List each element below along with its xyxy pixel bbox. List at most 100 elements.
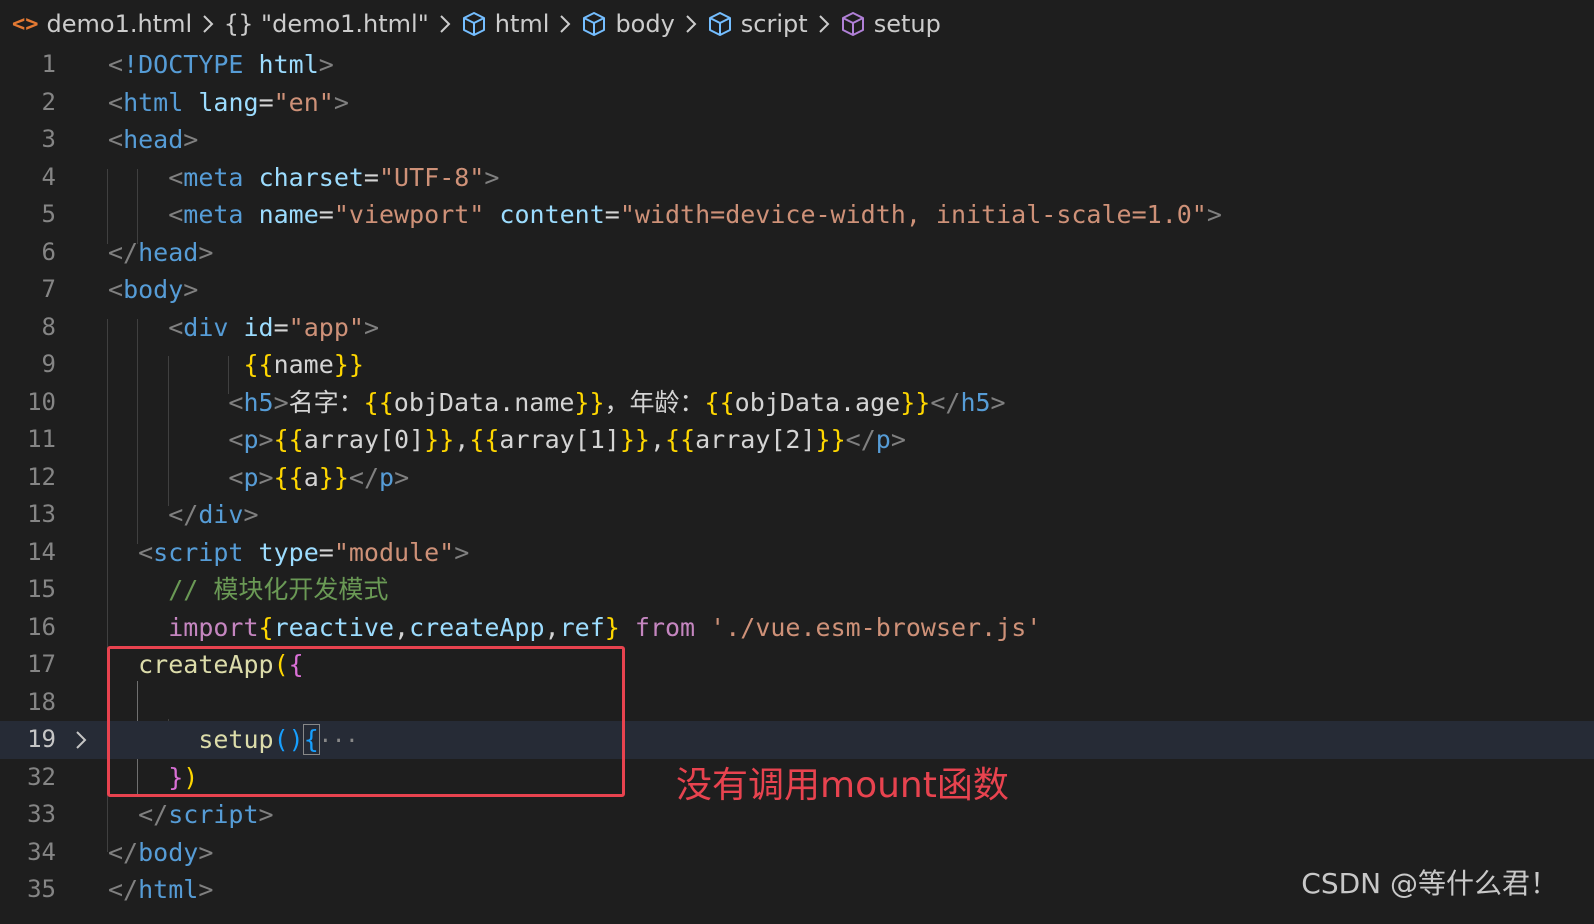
code-token: {{ [273,425,304,454]
code-token: < [108,87,124,117]
code-token: "app" [288,312,364,342]
method-cube-icon [840,11,866,37]
code-token: head [123,125,184,154]
code-token: > [990,387,1006,417]
code-token: < [138,537,154,567]
code-token: > [183,275,199,304]
code-token: </ [108,237,139,267]
code-token: type [258,537,319,567]
code-token: > [243,500,259,529]
code-token: > [318,50,334,79]
code-token: </ [348,462,379,492]
code-line[interactable]: 7 <body> [0,271,1594,309]
code-line[interactable]: 5 <meta name="viewport" content="width=d… [0,196,1594,234]
breadcrumb-label: script [740,10,808,38]
code-token: }} [424,425,455,454]
code-token: , [394,612,410,642]
code-line[interactable]: 1 <!DOCTYPE html> [0,46,1594,84]
code-text: <h5>名字：{{objData.name}}，年龄：{{objData.age… [108,384,1006,422]
code-line[interactable]: 4 <meta charset="UTF-8"> [0,159,1594,197]
line-number: 8 [41,312,56,341]
code-text: <!DOCTYPE html> [108,46,334,84]
chevron-right-icon [439,14,451,34]
code-token: > [198,837,214,867]
code-token: = [363,162,379,192]
code-token: = [258,87,274,117]
code-token: < [168,162,184,192]
code-token: }} [900,387,931,417]
code-token: </ [845,425,876,454]
code-token: = [273,312,289,342]
code-token: < [108,275,124,304]
line-number: 13 [27,500,56,528]
code-text: <p>{{a}}</p> [108,459,409,497]
code-token: </ [108,875,139,904]
code-text: <body> [108,271,198,309]
code-line[interactable]: 11 <p>{{array[0]}},{{array[1]}},{{array[… [0,421,1594,459]
code-token: {{ [273,462,304,492]
breadcrumb-item-script[interactable]: script [707,10,808,38]
code-token: > [363,312,379,342]
code-line[interactable]: 10 <h5>名字：{{objData.name}}，年龄：{{objData.… [0,384,1594,422]
code-line[interactable]: 15 // 模块化开发模式 [0,571,1594,609]
fold-chevron-icon[interactable] [74,721,96,759]
code-token: = [604,200,620,229]
breadcrumb-item-body[interactable]: body [581,10,675,38]
code-line[interactable]: 12 <p>{{a}}</p> [0,459,1594,497]
code-line[interactable]: 8 <div id="app"> [0,309,1594,347]
breadcrumb-item-object[interactable]: {} "demo1.html" [224,10,429,38]
code-line[interactable]: 6 </head> [0,234,1594,272]
line-number: 7 [41,275,56,303]
code-line[interactable]: 3 <head> [0,121,1594,159]
code-text: </html> [108,871,213,909]
code-token: > [183,125,199,154]
code-token: }} [619,425,650,454]
code-token: './vue.esm-browser.js' [710,612,1042,642]
breadcrumb-item-html[interactable]: html [461,10,549,38]
code-token: reactive [273,612,395,642]
code-token: script [153,537,244,567]
line-number: 11 [27,425,56,453]
code-token: </ [168,500,199,529]
watermark: CSDN @等什么君！ [1301,867,1558,900]
code-token: { [258,612,274,642]
code-token: name [258,200,319,229]
code-token: p [243,425,259,454]
breadcrumb-label: setup [873,10,941,38]
line-number: 1 [41,50,56,78]
code-token: > [890,425,906,454]
code-line[interactable]: 2 <html lang="en"> [0,84,1594,122]
code-token: < [228,387,244,417]
code-token: p [875,425,891,454]
code-text: <head> [108,121,198,159]
code-token: meta [183,200,244,229]
breadcrumb-item-file[interactable]: <> demo1.html [12,10,192,38]
code-line[interactable]: 14 <script type="module"> [0,534,1594,572]
code-line[interactable]: 16 import{reactive,createApp,ref} from '… [0,609,1594,647]
code-token: }} [333,350,364,379]
code-token: // 模块化开发模式 [168,575,389,604]
code-text: <p>{{array[0]}},{{array[1]}},{{array[2]}… [108,421,906,459]
code-line[interactable]: 13 </div> [0,496,1594,534]
code-token: h5 [960,387,991,417]
code-token: > [258,425,274,454]
code-token: id [243,312,274,342]
chevron-right-icon [202,14,214,34]
code-token: }} [318,462,349,492]
code-token: , [454,425,470,454]
code-token: {{ [704,387,735,417]
element-cube-icon [581,11,607,37]
code-line[interactable]: 9 {{name}} [0,346,1594,384]
breadcrumb-item-setup[interactable]: setup [840,10,941,38]
